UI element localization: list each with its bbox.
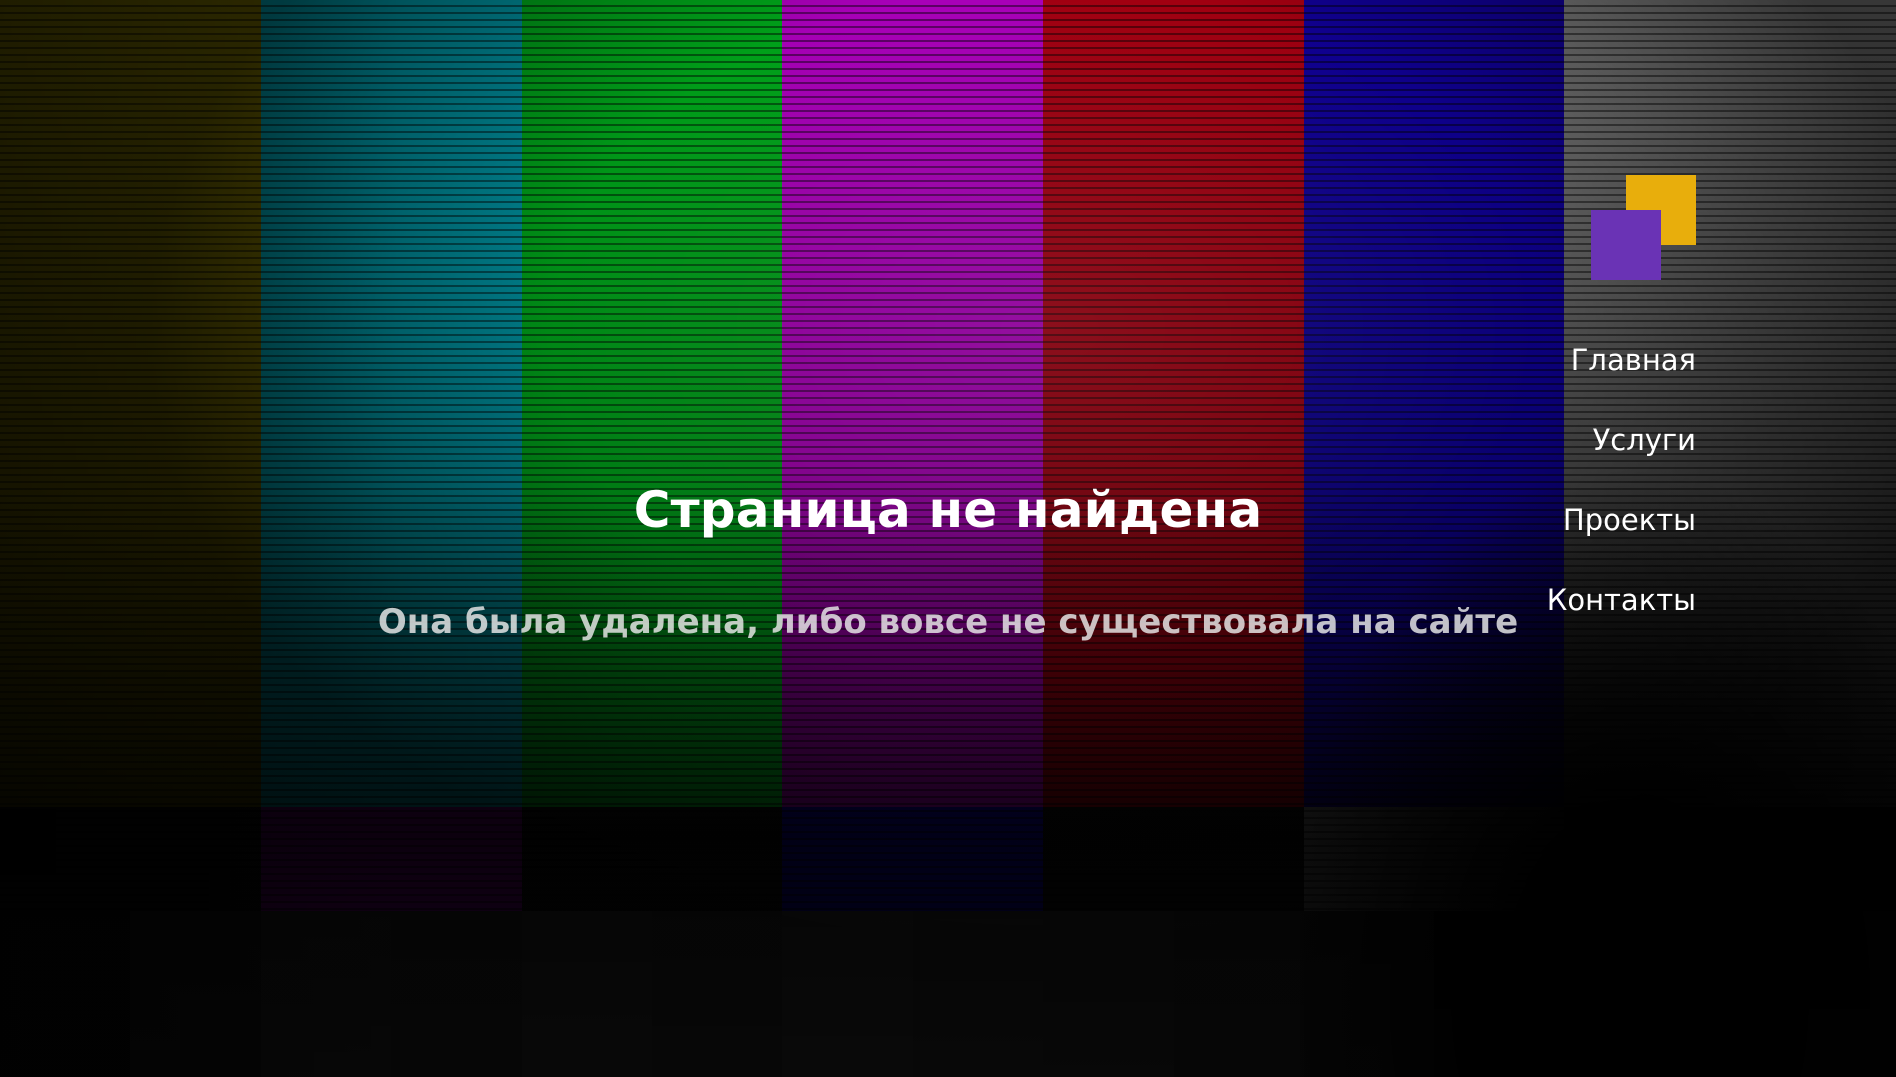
bottom-bar-5: [522, 911, 652, 1077]
logo-home-link[interactable]: [1591, 175, 1697, 281]
nav-item-contacts[interactable]: Контакты: [1500, 580, 1696, 620]
bottom-bar-12: [1434, 911, 1896, 1077]
mid-bar-2: [261, 807, 522, 911]
error-404-page: Страница не найдена Она была удалена, ли…: [0, 0, 1896, 1077]
bottom-bar-4: [391, 911, 522, 1077]
nav-item-services[interactable]: Услуги: [1500, 420, 1696, 460]
nav-item-projects[interactable]: Проекты: [1500, 500, 1696, 540]
color-bars-bottom: [0, 911, 1896, 1077]
mid-bar-5: [1043, 807, 1304, 911]
bottom-bar-6: [652, 911, 782, 1077]
bottom-bar-10: [1174, 911, 1304, 1077]
bottom-bar-2: [130, 911, 261, 1077]
bar-cyan: [261, 0, 522, 807]
bottom-bar-11: [1304, 911, 1434, 1077]
bottom-bar-9: [1043, 911, 1174, 1077]
bottom-bar-3: [261, 911, 391, 1077]
bottom-bar-7: [782, 911, 913, 1077]
mid-bar-4: [782, 807, 1043, 911]
bottom-bar-1: [0, 911, 130, 1077]
color-bars-middle: [0, 807, 1896, 911]
bottom-bar-8: [913, 911, 1043, 1077]
nav-item-home[interactable]: Главная: [1500, 340, 1696, 380]
main-nav: Главная Услуги Проекты Контакты: [1500, 340, 1696, 660]
bar-green: [522, 0, 782, 807]
bar-magenta: [782, 0, 1043, 807]
bar-red: [1043, 0, 1304, 807]
bar-olive: [0, 0, 261, 807]
logo-purple-square: [1591, 210, 1661, 280]
mid-bar-6: [1304, 807, 1564, 911]
mid-bar-7: [1564, 807, 1896, 911]
mid-bar-1: [0, 807, 261, 911]
mid-bar-3: [522, 807, 782, 911]
